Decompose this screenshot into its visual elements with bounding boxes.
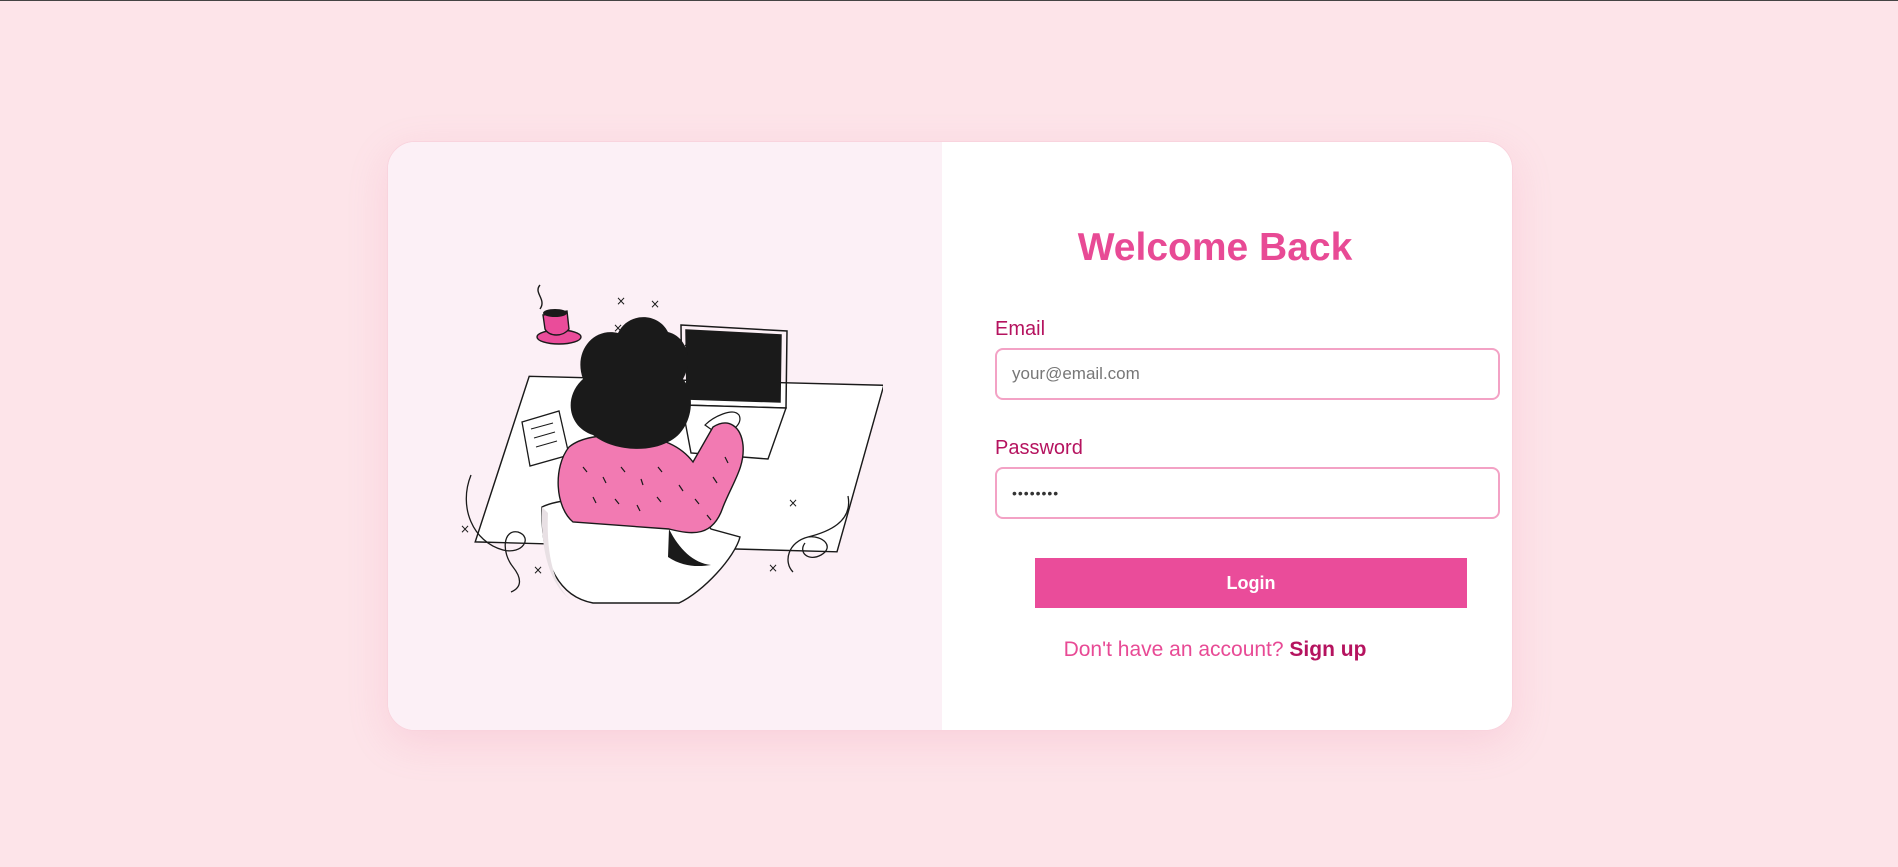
signup-row: Don't have an account? Sign up (942, 638, 1512, 662)
email-label: Email (995, 318, 1046, 340)
login-card: × × × × × × × Welcome Back Email your@em… (387, 141, 1513, 731)
svg-text:×: × (616, 294, 626, 308)
signup-link[interactable]: Sign up (1289, 638, 1366, 661)
svg-text:×: × (460, 522, 470, 536)
svg-text:×: × (788, 496, 798, 510)
login-button[interactable]: Login (1035, 558, 1467, 608)
svg-text:×: × (650, 297, 660, 311)
password-field[interactable]: •••••••• (995, 467, 1500, 519)
email-field[interactable]: your@email.com (995, 348, 1500, 400)
woman-at-desk-illustration: × × × × × × × (460, 284, 883, 604)
page-title: Welcome Back (1077, 226, 1353, 269)
signup-prompt: Don't have an account? (1063, 638, 1284, 661)
illustration-panel: × × × × × × × (388, 142, 942, 730)
svg-text:×: × (533, 563, 543, 577)
svg-text:×: × (768, 561, 778, 575)
login-form-panel: Welcome Back Email your@email.com Passwo… (942, 142, 1512, 730)
password-label: Password (995, 437, 1083, 459)
